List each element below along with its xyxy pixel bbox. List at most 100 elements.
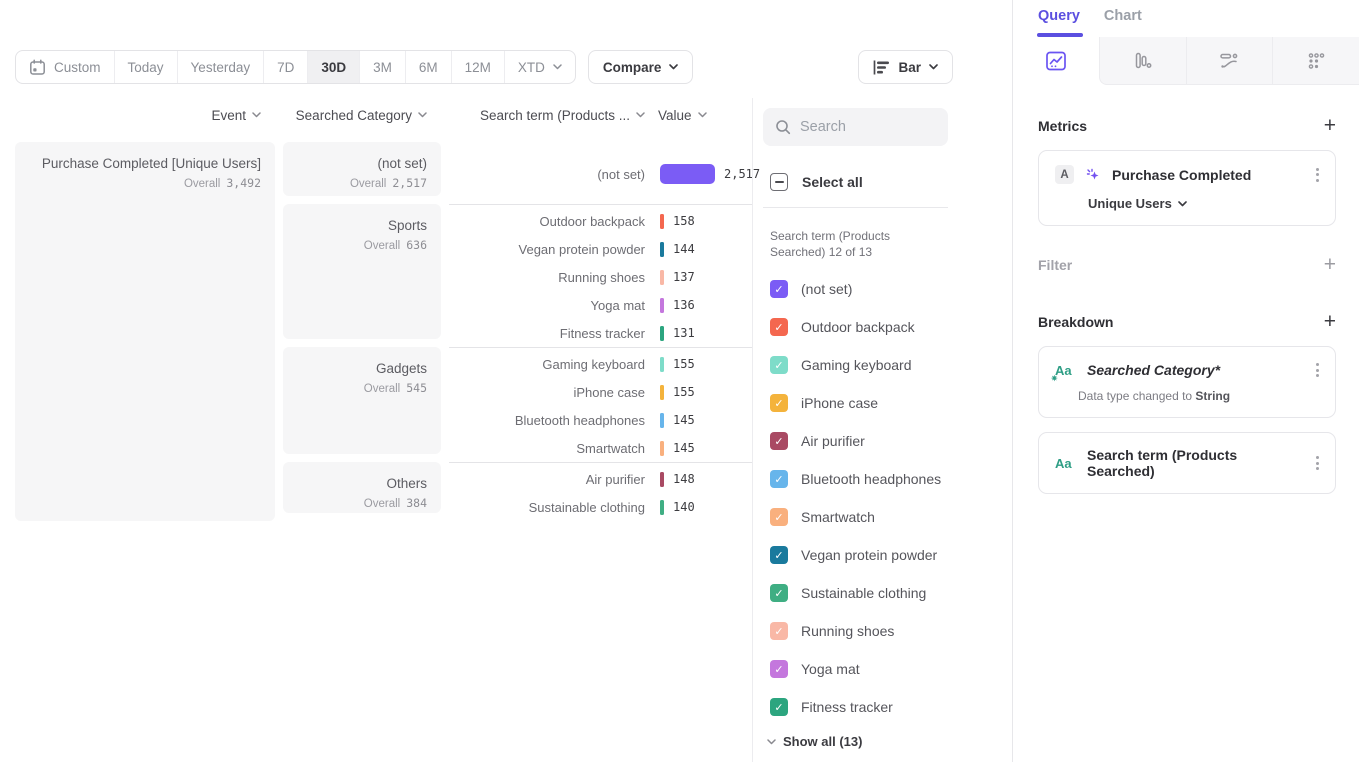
tab-chart[interactable]: Chart	[1104, 8, 1142, 37]
checkbox-checked-icon[interactable]: ✓	[770, 394, 788, 412]
legend-item-sustainable-clothing[interactable]: ✓Sustainable clothing	[770, 574, 1012, 612]
tab-flows[interactable]	[1186, 37, 1273, 85]
terms-column: Air purifier148Sustainable clothing140	[449, 462, 752, 521]
checkbox-checked-icon[interactable]: ✓	[770, 318, 788, 336]
search-term-label: Yoga mat	[449, 298, 645, 313]
category-cell-gadgets[interactable]: GadgetsOverall545	[283, 347, 441, 454]
date-range-label: XTD	[518, 60, 545, 75]
search-term-label: (not set)	[449, 167, 645, 182]
table-row[interactable]: Air purifier148	[449, 465, 752, 493]
value-cell: 2,517	[660, 164, 752, 184]
value-cell: 158	[660, 214, 752, 229]
overall-label: Overall	[184, 178, 220, 190]
date-range-today[interactable]: Today	[115, 51, 178, 83]
tab-retention[interactable]	[1272, 37, 1359, 85]
checkbox-checked-icon[interactable]: ✓	[770, 546, 788, 564]
chart-type-button[interactable]: Bar	[858, 50, 953, 84]
add-breakdown-button[interactable]: +	[1324, 311, 1336, 332]
column-header-searched-category[interactable]: Searched Category	[275, 108, 441, 123]
table-row[interactable]: Outdoor backpack158	[449, 207, 752, 235]
legend-item-not-set[interactable]: ✓(not set)	[770, 270, 1012, 308]
select-all-checkbox[interactable]	[770, 173, 788, 191]
breakdown-section-header: Breakdown +	[1038, 311, 1336, 332]
breakdown-card-search-term[interactable]: Aa Search term (Products Searched)	[1038, 432, 1336, 494]
checkbox-checked-icon[interactable]: ✓	[770, 280, 788, 298]
kebab-menu-icon[interactable]	[1314, 454, 1321, 472]
checkbox-checked-icon[interactable]: ✓	[770, 356, 788, 374]
show-all-button[interactable]: Show all (13)	[767, 734, 1012, 749]
table-row[interactable]: Gaming keyboard155	[449, 350, 752, 378]
search-input[interactable]	[800, 119, 930, 135]
value-bar	[660, 326, 664, 341]
value-number: 140	[673, 500, 695, 514]
legend-item-running-shoes[interactable]: ✓Running shoes	[770, 612, 1012, 650]
date-range-custom[interactable]: Custom	[16, 51, 115, 83]
table-row[interactable]: Smartwatch145	[449, 434, 752, 462]
category-group-others: OthersOverall384Air purifier148Sustainab…	[283, 462, 752, 521]
category-cell-not-set[interactable]: (not set)Overall2,517	[283, 142, 441, 196]
compare-button[interactable]: Compare	[588, 50, 694, 84]
event-cell[interactable]: Purchase Completed [Unique Users] Overal…	[15, 142, 275, 521]
legend-item-bluetooth-headphones[interactable]: ✓Bluetooth headphones	[770, 460, 1012, 498]
add-metric-button[interactable]: +	[1324, 115, 1336, 136]
legend-item-gaming-keyboard[interactable]: ✓ Gaming keyboard	[770, 346, 1012, 384]
date-range-30d[interactable]: 30D	[308, 51, 360, 83]
checkbox-checked-icon[interactable]: ✓	[770, 508, 788, 526]
tab-query[interactable]: Query	[1038, 8, 1080, 37]
table-row[interactable]: Running shoes137	[449, 263, 752, 291]
legend-item-label: Yoga mat	[801, 661, 860, 677]
legend-search[interactable]	[763, 108, 948, 146]
legend-item-vegan-protein-powder[interactable]: ✓Vegan protein powder	[770, 536, 1012, 574]
column-header-search-term[interactable]: Search term (Products ...	[441, 108, 645, 123]
date-range-3m[interactable]: 3M	[360, 51, 406, 83]
date-range-xtd[interactable]: XTD	[505, 51, 575, 83]
select-all-row[interactable]: Select all	[770, 173, 1012, 191]
table-row[interactable]: Vegan protein powder144	[449, 235, 752, 263]
checkbox-checked-icon[interactable]: ✓	[770, 470, 788, 488]
metric-aggregation-dropdown[interactable]: Unique Users	[1088, 196, 1321, 211]
tab-insights[interactable]	[1013, 37, 1099, 85]
legend-item-yoga-mat[interactable]: ✓ Yoga mat	[770, 650, 1012, 688]
table-row[interactable]: Sustainable clothing140	[449, 493, 752, 521]
breakdown-card-searched-category[interactable]: Aa✷ Searched Category* Data type changed…	[1038, 346, 1336, 418]
checkbox-checked-icon[interactable]: ✓	[770, 432, 788, 450]
legend-item-outdoor-backpack[interactable]: ✓Outdoor backpack	[770, 308, 1012, 346]
column-header-value[interactable]: Value	[645, 108, 752, 123]
date-range-12m[interactable]: 12M	[452, 51, 505, 83]
terms-column: Outdoor backpack158Vegan protein powder1…	[449, 204, 752, 347]
metric-card[interactable]: A Purchase Completed Unique Users	[1038, 150, 1336, 226]
breakdown-note: Data type changed to String	[1078, 389, 1321, 403]
category-cell-sports[interactable]: SportsOverall636	[283, 204, 441, 339]
chevron-down-icon	[1178, 201, 1187, 207]
date-range-7d[interactable]: 7D	[264, 51, 308, 83]
legend-item-label: Gaming keyboard	[801, 357, 912, 373]
kebab-menu-icon[interactable]	[1314, 361, 1321, 379]
add-filter-button[interactable]: +	[1324, 254, 1336, 275]
table-row[interactable]: Fitness tracker131	[449, 319, 752, 347]
kebab-menu-icon[interactable]	[1314, 166, 1321, 184]
checkbox-checked-icon[interactable]: ✓	[770, 622, 788, 640]
insights-icon	[1045, 50, 1067, 72]
table-row[interactable]: iPhone case155	[449, 378, 752, 406]
table-row[interactable]: Bluetooth headphones145	[449, 406, 752, 434]
checkbox-checked-icon[interactable]: ✓	[770, 584, 788, 602]
legend-item-air-purifier[interactable]: ✓Air purifier	[770, 422, 1012, 460]
column-header-label: Searched Category	[296, 108, 412, 123]
legend-item-smartwatch[interactable]: ✓Smartwatch	[770, 498, 1012, 536]
checkbox-checked-icon[interactable]: ✓	[770, 698, 788, 716]
column-header-event[interactable]: Event	[15, 108, 275, 123]
date-range-6m[interactable]: 6M	[406, 51, 452, 83]
filter-heading: Filter	[1038, 257, 1072, 273]
overall-value: 2,517	[392, 176, 427, 190]
overall-label: Overall	[364, 498, 400, 510]
legend-item-fitness-tracker[interactable]: ✓Fitness tracker	[770, 688, 1012, 726]
table-row[interactable]: (not set) 2,517	[449, 144, 752, 204]
tab-funnels[interactable]	[1099, 37, 1186, 85]
date-range-yesterday[interactable]: Yesterday	[178, 51, 265, 83]
breakdown-property-name: Search term (Products Searched)	[1087, 447, 1304, 479]
category-cell-others[interactable]: OthersOverall384	[283, 462, 441, 513]
table-row[interactable]: Yoga mat136	[449, 291, 752, 319]
flows-icon	[1218, 50, 1240, 72]
checkbox-checked-icon[interactable]: ✓	[770, 660, 788, 678]
legend-item-iphone-case[interactable]: ✓iPhone case	[770, 384, 1012, 422]
